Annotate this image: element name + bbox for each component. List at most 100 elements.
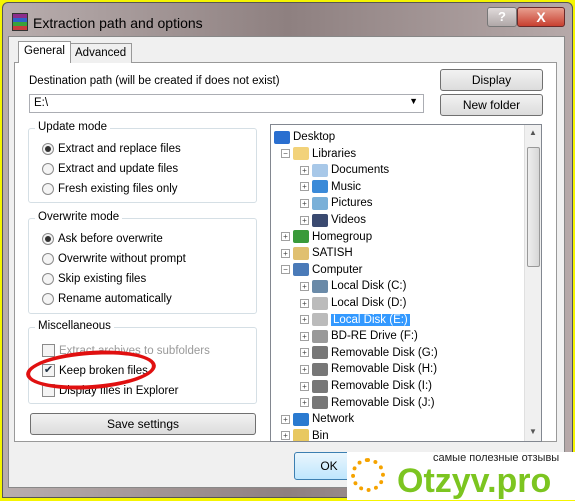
tree-item[interactable]: + SATISH: [281, 245, 353, 261]
folder-icon: [293, 429, 309, 441]
destination-path-value: E:\: [34, 97, 49, 109]
radio-icon[interactable]: [42, 273, 54, 285]
system-disk-icon: [312, 279, 328, 293]
radio-ask-before[interactable]: Ask before overwrite: [42, 233, 163, 245]
tree-item[interactable]: + Music: [300, 179, 361, 195]
optical-drive-icon: [312, 329, 328, 343]
tree-item-label: Local Disk (E:): [331, 313, 410, 326]
disk-icon: [312, 296, 328, 310]
expand-icon[interactable]: +: [300, 281, 309, 291]
radio-skip-existing[interactable]: Skip existing files: [42, 273, 146, 285]
pictures-icon: [312, 196, 328, 210]
tree-item[interactable]: + Videos: [300, 212, 366, 228]
radio-extract-replace[interactable]: Extract and replace files: [42, 143, 181, 155]
tree-scrollbar[interactable]: ▲ ▼: [524, 125, 541, 441]
folder-tree[interactable]: ▲ ▼ Desktop − Libraries + Documents + Music + Pi…: [270, 124, 542, 442]
tree-item[interactable]: + Network: [281, 411, 354, 427]
display-button[interactable]: Display: [440, 69, 543, 91]
tree-item-label: Removable Disk (G:): [331, 346, 438, 359]
tree-item[interactable]: + Homegroup: [281, 229, 372, 245]
radio-overwrite-without-prompt[interactable]: Overwrite without prompt: [42, 253, 186, 265]
tree-item[interactable]: − Computer: [281, 262, 363, 278]
scroll-up-icon[interactable]: ▲: [529, 128, 537, 137]
tree-item[interactable]: + Removable Disk (G:): [300, 345, 438, 361]
radio-rename-auto[interactable]: Rename automatically: [42, 293, 172, 305]
tree-item[interactable]: + Local Disk (D:): [300, 295, 406, 311]
destination-path-combo[interactable]: E:\ ▼: [29, 94, 424, 113]
tree-item-label: Pictures: [331, 197, 373, 210]
radio-icon[interactable]: [42, 253, 54, 265]
tree-item[interactable]: Desktop: [274, 129, 335, 145]
radio-icon[interactable]: [42, 143, 54, 155]
expand-icon[interactable]: +: [300, 182, 309, 192]
expand-icon[interactable]: +: [281, 232, 290, 242]
tree-item-label: Documents: [331, 164, 390, 177]
option-label: Rename automatically: [58, 293, 172, 305]
tab-general[interactable]: General: [18, 41, 71, 63]
tab-advanced[interactable]: Advanced: [69, 43, 133, 63]
homegroup-icon: [293, 230, 309, 244]
expand-icon[interactable]: +: [300, 298, 309, 308]
overwrite-mode-title: Overwrite mode: [35, 211, 123, 223]
expand-icon[interactable]: +: [300, 215, 309, 225]
watermark-brand: Otzyv.pro: [397, 462, 552, 500]
videos-icon: [312, 213, 328, 227]
tree-item[interactable]: + Bin: [281, 428, 329, 441]
tree-item-label: Music: [331, 180, 362, 193]
tree-item[interactable]: + BD-RE Drive (F:): [300, 328, 418, 344]
tree-item-label: Libraries: [312, 147, 357, 160]
radio-extract-update[interactable]: Extract and update files: [42, 163, 178, 175]
miscellaneous-title: Miscellaneous: [35, 320, 114, 332]
radio-icon[interactable]: [42, 233, 54, 245]
new-folder-button[interactable]: New folder: [440, 94, 543, 116]
tree-item[interactable]: − Libraries: [281, 146, 356, 162]
tree-item-label: Network: [312, 413, 355, 426]
radio-icon[interactable]: [42, 293, 54, 305]
tree-item[interactable]: + Removable Disk (H:): [300, 361, 437, 377]
collapse-icon[interactable]: −: [281, 265, 290, 275]
tree-item[interactable]: + Removable Disk (I:): [300, 378, 432, 394]
tree-item-label: Desktop: [293, 131, 336, 143]
expand-icon[interactable]: +: [300, 398, 309, 408]
tree-item[interactable]: + Removable Disk (J:): [300, 395, 435, 411]
user-folder-icon: [293, 246, 309, 260]
removable-disk-icon: [312, 346, 328, 360]
scroll-down-icon[interactable]: ▼: [529, 427, 537, 436]
tree-item[interactable]: + Pictures: [300, 195, 373, 211]
expand-icon[interactable]: +: [300, 348, 309, 358]
chevron-down-icon[interactable]: ▼: [409, 96, 418, 106]
option-label: Skip existing files: [58, 273, 147, 285]
expand-icon[interactable]: +: [300, 364, 309, 374]
removable-disk-icon: [312, 362, 328, 376]
scrollbar-thumb[interactable]: [527, 147, 540, 267]
help-button[interactable]: ?: [487, 7, 517, 27]
option-label: Ask before overwrite: [58, 233, 163, 245]
expand-icon[interactable]: +: [300, 315, 309, 325]
expand-icon[interactable]: +: [300, 331, 309, 341]
tree-item[interactable]: + Local Disk (E:): [300, 312, 410, 328]
expand-icon[interactable]: +: [281, 431, 290, 441]
tree-item[interactable]: + Local Disk (C:): [300, 278, 406, 294]
tree-item[interactable]: + Documents: [300, 162, 389, 178]
update-mode-title: Update mode: [35, 121, 111, 133]
tree-item-label: Removable Disk (I:): [331, 380, 432, 392]
radio-icon[interactable]: [42, 163, 54, 175]
tree-item-label: Videos: [331, 214, 366, 226]
option-label: Extract and update files: [58, 163, 179, 175]
collapse-icon[interactable]: −: [281, 149, 290, 159]
expand-icon[interactable]: +: [281, 414, 290, 424]
expand-icon[interactable]: +: [300, 381, 309, 391]
expand-icon[interactable]: +: [281, 248, 290, 258]
removable-disk-icon: [312, 396, 328, 410]
library-icon: [293, 147, 309, 161]
save-settings-button[interactable]: Save settings: [30, 413, 256, 435]
close-button[interactable]: X: [517, 7, 565, 27]
destination-label: Destination path (will be created if doe…: [29, 75, 280, 87]
radio-icon[interactable]: [42, 183, 54, 195]
disk-icon: [312, 313, 328, 327]
expand-icon[interactable]: +: [300, 198, 309, 208]
tree-item-label: Homegroup: [312, 230, 373, 243]
tree-item-label: Removable Disk (J:): [331, 396, 435, 409]
expand-icon[interactable]: +: [300, 165, 309, 175]
radio-fresh-only[interactable]: Fresh existing files only: [42, 183, 178, 195]
